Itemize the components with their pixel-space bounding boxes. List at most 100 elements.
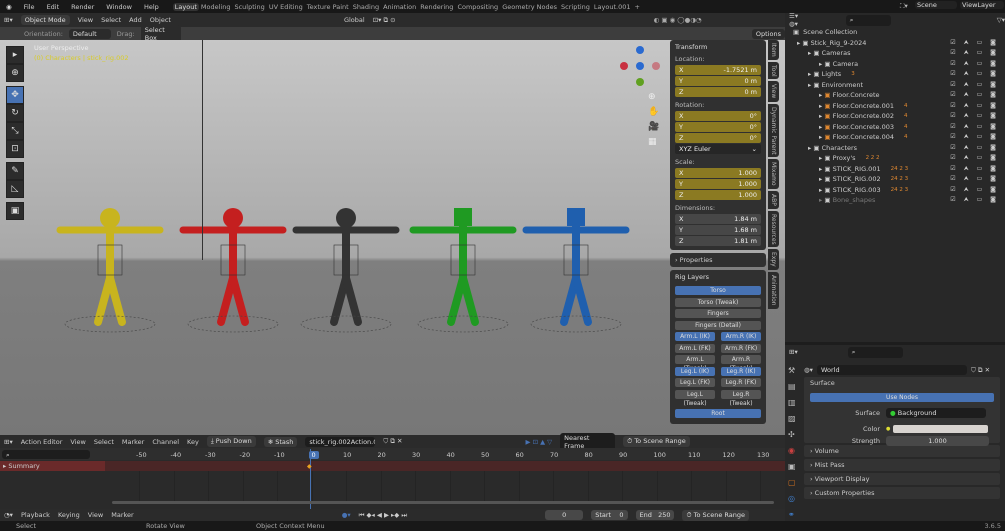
sidebar-tab[interactable]: Resources xyxy=(768,210,779,248)
panel-header[interactable]: › Volume xyxy=(804,445,1000,457)
scale-y-field[interactable]: Y 1.000 xyxy=(675,179,761,189)
editor-type-icon[interactable]: ⊞▾ xyxy=(4,438,13,446)
root-button[interactable]: Root xyxy=(675,409,761,418)
blender-logo-icon[interactable]: ◉ xyxy=(4,3,14,11)
properties-panel-header[interactable]: › Properties xyxy=(670,253,766,267)
workspace-tab[interactable]: Texture Paint xyxy=(305,3,351,11)
rotation-x-field[interactable]: X 0° xyxy=(675,111,761,121)
outliner-item[interactable]: ▸ ▣ Characters ☑ ⮝ ▭ ◙ xyxy=(785,143,1005,154)
stash-button[interactable]: ❄ Stash xyxy=(263,436,298,447)
menu-edit[interactable]: Edit xyxy=(45,3,62,11)
stick-figure[interactable] xyxy=(56,208,164,333)
menu-view[interactable]: View xyxy=(78,16,93,24)
editor-type-icon[interactable]: ⊞▾ xyxy=(789,348,798,356)
world-name-field[interactable]: World xyxy=(816,365,967,375)
rig-layer-button[interactable]: Leg.L (FK) xyxy=(675,378,715,387)
editor-type-icon[interactable]: ⊞▾ xyxy=(4,16,13,24)
editor-mode-dropdown[interactable]: Action Editor xyxy=(21,438,63,446)
sidebar-tab[interactable]: Dynamic Parent xyxy=(768,103,779,158)
keying-menu[interactable]: Keying xyxy=(58,511,80,519)
scene-collection[interactable]: ▣ Scene Collection xyxy=(785,27,1005,38)
rig-layer-button[interactable]: Arm.R (Tweak) xyxy=(721,355,761,372)
workspace-tab[interactable]: UV Editing xyxy=(267,3,305,11)
end-frame-field[interactable]: End 250 xyxy=(635,510,675,520)
menu-add[interactable]: Add xyxy=(129,16,142,24)
outliner-item[interactable]: ▸ ▣ Proxy's 2 2 2 ☑ ⮝ ▭ ◙ xyxy=(785,153,1005,164)
workspace-tab[interactable]: + xyxy=(633,3,642,11)
sidebar-tab[interactable]: Expy xyxy=(768,249,779,270)
rig-layer-button[interactable]: Leg.R (Tweak) xyxy=(721,389,761,407)
workspace-tab[interactable]: Scripting xyxy=(559,3,592,11)
scale-z-field[interactable]: Z 1.000 xyxy=(675,190,761,200)
workspace-tab[interactable]: Geometry Nodes xyxy=(500,3,559,11)
stick-figure[interactable] xyxy=(292,208,400,333)
location-z-field[interactable]: Z0 m xyxy=(675,87,761,97)
dimensions-z-field[interactable]: Z 1.81 m xyxy=(675,236,761,246)
rotation-mode-dropdown[interactable]: XYZ Euler ⌄ xyxy=(675,144,761,154)
outliner-item[interactable]: ▸ ▣ Floor.Concrete ☑ ⮝ ▭ ◙ xyxy=(785,90,1005,101)
location-y-field[interactable]: Y0 m xyxy=(675,76,761,86)
stick-figure[interactable] xyxy=(409,208,517,333)
menu-render[interactable]: Render xyxy=(69,3,96,11)
outliner-item[interactable]: ▸ ▣ Floor.Concrete.003 4 ☑ ⮝ ▭ ◙ xyxy=(785,122,1005,133)
view-menu[interactable]: View xyxy=(88,511,103,519)
rig-layer-button[interactable]: Arm.R (FK) xyxy=(721,343,761,353)
rig-layer-button[interactable]: Leg.R (IK) xyxy=(721,366,761,376)
workspace-tab[interactable]: Rendering xyxy=(418,3,455,11)
sidebar-tab[interactable]: Tool xyxy=(768,61,779,80)
outliner-item[interactable]: ▸ ▣ STICK_RIG.003 24 2 3 ☑ ⮝ ▭ ◙ xyxy=(785,185,1005,196)
view-layer-selector[interactable]: ViewLayer xyxy=(960,1,1004,9)
workspace-tab[interactable]: Compositing xyxy=(455,3,500,11)
options-dropdown[interactable]: Options xyxy=(751,28,785,39)
cursor-tool-icon[interactable]: ⊕ xyxy=(6,64,24,82)
transform-orientation-dropdown[interactable]: Global xyxy=(344,16,365,24)
filter-icon[interactable]: ▽▾ xyxy=(997,16,1005,24)
use-nodes-button[interactable]: Use Nodes xyxy=(810,393,994,402)
viewport-nav-icons[interactable]: ⊕ ✋ 🎥 ▦ xyxy=(648,90,659,150)
start-frame-field[interactable]: Start 0 xyxy=(591,510,628,520)
rig-layer-button[interactable]: Leg.L (IK) xyxy=(675,366,715,376)
panel-header[interactable]: › Mist Pass xyxy=(804,459,1000,471)
navigation-gizmo[interactable] xyxy=(620,46,660,86)
outliner-item[interactable]: ▸ ▣ Stick_Rig_9-2024 ☑ ⮝ ▭ ◙ xyxy=(785,38,1005,49)
panel-header[interactable]: › Custom Properties xyxy=(804,487,1000,499)
rotation-z-field[interactable]: Z 0° xyxy=(675,133,761,143)
transform-tool-icon[interactable]: ⊡ xyxy=(6,140,24,158)
menu-window[interactable]: Window xyxy=(104,3,134,11)
rig-layer-button[interactable]: Leg.L (Tweak) xyxy=(675,389,715,407)
playback-menu[interactable]: Playback xyxy=(21,511,50,519)
location-x-field[interactable]: X -1.7521 m xyxy=(675,65,761,75)
auto-key-toggle[interactable]: ●▾ xyxy=(342,511,351,519)
scale-tool-icon[interactable]: ⤡ xyxy=(6,122,24,140)
outliner-item[interactable]: ▸ ▣ Floor.Concrete.001 4 ☑ ⮝ ▭ ◙ xyxy=(785,101,1005,112)
dimensions-y-field[interactable]: Y 1.68 m xyxy=(675,225,761,235)
workspace-tab[interactable]: Sculpting xyxy=(232,3,266,11)
panel-header[interactable]: › Viewport Display xyxy=(804,473,1000,485)
stick-figure[interactable] xyxy=(522,208,630,333)
fingers-button[interactable]: Fingers xyxy=(675,309,761,318)
add-cube-tool-icon[interactable]: ▣ xyxy=(6,202,24,220)
orientation-dropdown[interactable]: Default xyxy=(68,28,111,39)
snap-icon[interactable]: ⊡▾ ⧉ ⊙ xyxy=(373,16,396,25)
measure-tool-icon[interactable]: ◺ xyxy=(6,180,24,198)
rig-layer-button[interactable]: Leg.R (FK) xyxy=(721,378,761,387)
sidebar-tab[interactable]: ABP xyxy=(768,190,779,209)
outliner-item[interactable]: ▸ ▣ Cameras ☑ ⮝ ▭ ◙ xyxy=(785,48,1005,59)
scale-x-field[interactable]: X 1.000 xyxy=(675,168,761,178)
push-down-button[interactable]: ⤓ Push Down xyxy=(206,436,256,447)
rotation-y-field[interactable]: Y 0° xyxy=(675,122,761,132)
menu-file[interactable]: File xyxy=(22,3,37,11)
outliner-item[interactable]: ▸ ▣ Bone_shapes ☑ ⮝ ▭ ◙ xyxy=(785,195,1005,206)
marker-menu[interactable]: Marker xyxy=(111,511,133,519)
outliner-item[interactable]: ▸ ▣ STICK_RIG.001 24 2 3 ☑ ⮝ ▭ ◙ xyxy=(785,164,1005,175)
timeline-icon[interactable]: ◔▾ xyxy=(4,511,13,519)
sidebar-tab[interactable]: Item xyxy=(768,40,779,60)
playhead[interactable] xyxy=(310,449,311,509)
annotate-tool-icon[interactable]: ✎ xyxy=(6,162,24,180)
sidebar-tab[interactable]: Mixamo xyxy=(768,159,779,189)
keyframe[interactable]: ◆ xyxy=(307,463,312,470)
rotate-tool-icon[interactable]: ↻ xyxy=(6,104,24,122)
workspace-tab[interactable]: Modeling xyxy=(199,3,233,11)
outliner-item[interactable]: ▸ ▣ STICK_RIG.002 24 2 3 ☑ ⮝ ▭ ◙ xyxy=(785,174,1005,185)
workspace-tab[interactable]: Layout.001 xyxy=(592,3,633,11)
